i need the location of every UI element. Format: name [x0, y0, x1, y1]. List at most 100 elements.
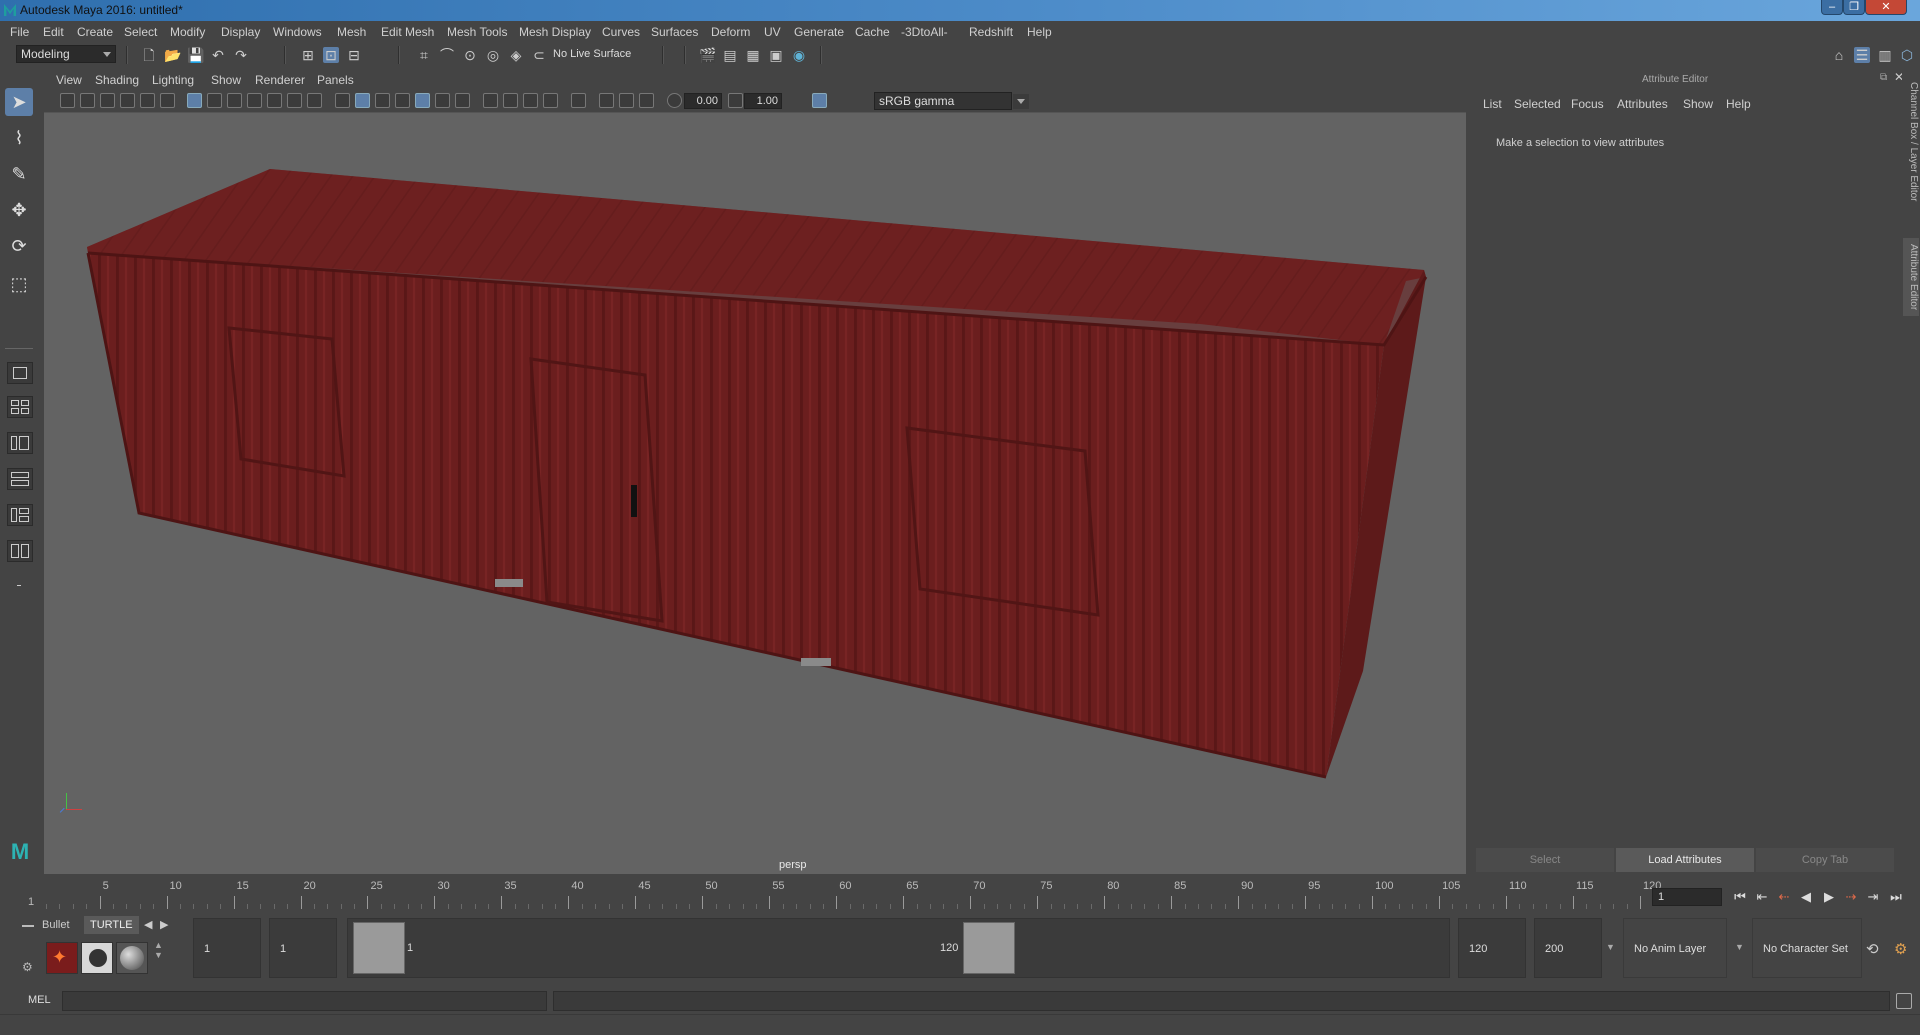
end-frame-box[interactable]: 200: [1534, 918, 1602, 978]
menu-mesh[interactable]: Mesh: [337, 25, 366, 39]
ae-menu-selected[interactable]: Selected: [1514, 97, 1561, 111]
xray-joints-icon[interactable]: [639, 93, 654, 108]
viewport-menu-renderer[interactable]: Renderer: [255, 73, 305, 87]
persp-outliner-layout-icon[interactable]: [7, 432, 33, 454]
redshift-icon[interactable]: ✦: [46, 942, 78, 974]
ae-menu-focus[interactable]: Focus: [1571, 97, 1604, 111]
use-default-material-icon[interactable]: [375, 93, 390, 108]
float-panel-icon[interactable]: ⧉: [1880, 72, 1887, 83]
image-plane-icon[interactable]: [120, 93, 135, 108]
anim-layer-arrow-icon[interactable]: ▼: [1606, 942, 1615, 952]
start-frame-box[interactable]: 1: [193, 918, 261, 978]
shelf-scroll-left-icon[interactable]: ◀: [144, 918, 152, 931]
menu-surfaces[interactable]: Surfaces: [651, 25, 698, 39]
menu-edit[interactable]: Edit: [43, 25, 64, 39]
wireframe-on-shaded-icon[interactable]: [395, 93, 410, 108]
menu-edit-mesh[interactable]: Edit Mesh: [381, 25, 434, 39]
time-slider[interactable]: 1 5 10 15 20 25 30 35 40 45 50 55 60 65 70 75 80 85 90 95 1…: [28, 879, 1661, 910]
step-back-frame-icon[interactable]: ⇠: [1775, 888, 1793, 906]
menu-3dtoall[interactable]: -3DtoAll-: [901, 25, 948, 39]
snap-curve-icon[interactable]: ⌒: [439, 47, 455, 63]
menu-deform[interactable]: Deform: [711, 25, 750, 39]
menu-curves[interactable]: Curves: [602, 25, 640, 39]
tool-settings-icon[interactable]: ▥: [1877, 47, 1893, 63]
shelf-scroll-right-icon[interactable]: ▶: [160, 918, 168, 931]
save-scene-icon[interactable]: 💾: [187, 47, 204, 63]
go-to-end-icon[interactable]: ⏭: [1887, 888, 1905, 906]
render-view-icon[interactable]: ◉: [791, 47, 807, 63]
menu-mesh-tools[interactable]: Mesh Tools: [447, 25, 507, 39]
shelf-tab-bullet[interactable]: Bullet: [36, 916, 76, 934]
shelf-scroll-icon[interactable]: ▲ ▼: [154, 940, 163, 960]
exposure-icon[interactable]: [667, 93, 682, 108]
anim-layer-dropdown[interactable]: No Anim Layer: [1623, 918, 1727, 978]
channel-box-tab[interactable]: Channel Box / Layer Editor: [1903, 82, 1919, 202]
attribute-editor-toggle-icon[interactable]: ☰: [1854, 47, 1870, 63]
live-surface-label[interactable]: No Live Surface: [553, 48, 631, 60]
menu-uv[interactable]: UV: [764, 25, 781, 39]
textured-icon[interactable]: [415, 93, 430, 108]
render-frame-icon[interactable]: 🎬: [699, 47, 716, 63]
motion-blur-icon[interactable]: [503, 93, 518, 108]
safe-action-icon[interactable]: [287, 93, 302, 108]
new-scene-icon[interactable]: 🗋: [141, 47, 157, 63]
outliner-persp-graph-layout-icon[interactable]: [7, 504, 33, 526]
command-input[interactable]: [62, 991, 547, 1011]
redo-icon[interactable]: ↷: [233, 47, 249, 63]
grid-icon[interactable]: [187, 93, 202, 108]
four-view-layout-icon[interactable]: [7, 396, 33, 418]
gamma-icon[interactable]: [728, 93, 743, 108]
shadows-icon[interactable]: [455, 93, 470, 108]
character-set-arrow-icon[interactable]: ▼: [1735, 942, 1744, 952]
xray-icon[interactable]: [599, 93, 614, 108]
close-button[interactable]: ✕: [1865, 0, 1907, 15]
select-by-hierarchy-icon[interactable]: ⊞: [300, 47, 316, 63]
menu-redshift[interactable]: Redshift: [969, 25, 1013, 39]
menu-modify[interactable]: Modify: [170, 25, 205, 39]
play-forwards-icon[interactable]: ▶: [1820, 888, 1838, 906]
select-by-component-icon[interactable]: ⊟: [346, 47, 362, 63]
camera-attributes-icon[interactable]: [80, 93, 95, 108]
safe-title-icon[interactable]: [307, 93, 322, 108]
resolution-gate-icon[interactable]: [227, 93, 242, 108]
viewport-menu-view[interactable]: View: [56, 73, 82, 87]
menu-windows[interactable]: Windows: [273, 25, 322, 39]
character-set-dropdown[interactable]: No Character Set: [1752, 918, 1862, 978]
color-management-icon[interactable]: [812, 93, 827, 108]
script-editor-icon[interactable]: [1896, 993, 1912, 1009]
playback-start-box[interactable]: 1: [269, 918, 337, 978]
snap-point-icon[interactable]: ⊙: [462, 47, 478, 63]
gamma-field[interactable]: 1.00: [744, 93, 782, 109]
single-perspective-layout-icon[interactable]: [7, 362, 33, 384]
hypershade-persp-layout-icon[interactable]: [7, 540, 33, 562]
play-backwards-icon[interactable]: ◀: [1797, 888, 1815, 906]
current-frame-field[interactable]: 1: [1652, 888, 1722, 906]
menu-display[interactable]: Display: [221, 25, 260, 39]
range-track[interactable]: [347, 918, 1450, 978]
range-start-handle[interactable]: [353, 922, 405, 974]
menu-file[interactable]: File: [10, 25, 29, 39]
animation-preferences-icon[interactable]: ⚙: [1894, 940, 1907, 958]
snap-live-icon[interactable]: ◈: [508, 47, 524, 63]
paint-select-tool-icon[interactable]: ✎: [5, 160, 33, 188]
select-by-object-icon[interactable]: ⊡: [323, 47, 339, 63]
render-settings-shelf-icon[interactable]: [81, 942, 113, 974]
camera-select-icon[interactable]: [60, 93, 75, 108]
snap-view-plane-icon[interactable]: ◎: [485, 47, 501, 63]
attribute-editor-tab[interactable]: Attribute Editor: [1903, 238, 1919, 317]
go-to-start-icon[interactable]: ⏮: [1731, 888, 1749, 906]
step-back-key-icon[interactable]: ⇤: [1753, 888, 1771, 906]
load-attributes-button[interactable]: Load Attributes: [1616, 848, 1754, 872]
step-forward-frame-icon[interactable]: ⇢: [1842, 888, 1860, 906]
grease-pencil-icon[interactable]: [160, 93, 175, 108]
menu-generate[interactable]: Generate: [794, 25, 844, 39]
shelf-settings-icon[interactable]: ⚙: [22, 960, 33, 974]
two-d-pan-zoom-icon[interactable]: [140, 93, 155, 108]
bookmark-icon[interactable]: [100, 93, 115, 108]
modeling-toolkit-icon[interactable]: ⌂: [1831, 47, 1847, 63]
ipr-render-icon[interactable]: ▤: [722, 47, 738, 63]
viewport-menu-shading[interactable]: Shading: [95, 73, 139, 87]
menu-cache[interactable]: Cache: [855, 25, 890, 39]
viewport-menu-lighting[interactable]: Lighting: [152, 73, 194, 87]
xray-active-components-icon[interactable]: [619, 93, 634, 108]
